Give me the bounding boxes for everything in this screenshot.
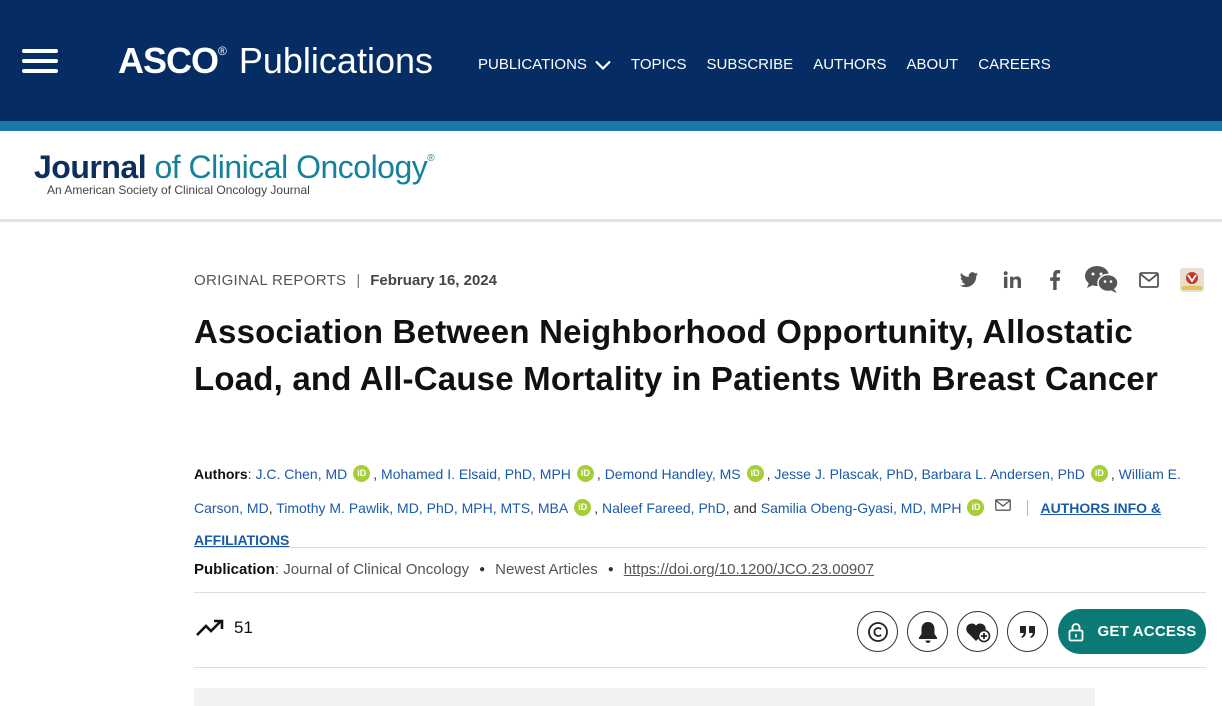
author-link[interactable]: Naleef Fareed, PhD bbox=[602, 500, 726, 516]
article-date: February 16, 2024 bbox=[370, 272, 497, 289]
share-bar bbox=[955, 266, 1221, 294]
trending-up-icon bbox=[196, 619, 224, 636]
author-link[interactable]: Mohamed I. Elsaid, PhD, MPH bbox=[381, 466, 571, 482]
alerts-button[interactable] bbox=[907, 611, 948, 652]
brand-asco: ASCO bbox=[118, 40, 219, 81]
article-category[interactable]: ORIGINAL REPORTS bbox=[194, 272, 346, 289]
colon: : bbox=[274, 561, 284, 578]
author-link[interactable]: Samilia Obeng-Gyasi, MD, MPH bbox=[761, 500, 962, 516]
author-link[interactable]: Jesse J. Plascak, PhD bbox=[774, 466, 913, 482]
mendeley-icon[interactable] bbox=[1178, 266, 1206, 294]
nav-careers[interactable]: CAREERS bbox=[978, 56, 1051, 73]
favorite-button[interactable] bbox=[957, 611, 998, 652]
meta-separator: | bbox=[356, 272, 361, 289]
facebook-icon[interactable] bbox=[1041, 266, 1069, 294]
accent-stripe bbox=[0, 121, 1222, 131]
brand-reg: ® bbox=[218, 44, 227, 58]
brand-publications: Publications bbox=[238, 40, 433, 81]
journal-subtitle: An American Society of Clinical Oncology… bbox=[47, 183, 310, 197]
orcid-icon[interactable]: iD bbox=[746, 465, 764, 482]
heart-plus-icon bbox=[965, 622, 990, 642]
journal-header: Journal of Clinical Oncology® An America… bbox=[0, 131, 1222, 222]
content-placeholder-box bbox=[194, 688, 1095, 706]
bell-icon bbox=[918, 621, 937, 643]
wechat-icon[interactable] bbox=[1084, 266, 1120, 294]
nav-publications-label: PUBLICATIONS bbox=[478, 56, 587, 73]
nav-topics[interactable]: TOPICS bbox=[631, 56, 687, 73]
main-nav: PUBLICATIONS TOPICS SUBSCRIBE AUTHORS AB… bbox=[478, 56, 1051, 73]
and-text: and bbox=[733, 500, 757, 516]
author-link[interactable]: Demond Handley, MS bbox=[605, 466, 741, 482]
divider bbox=[194, 667, 1206, 668]
authors-block: Authors: J.C. Chen, MD iD, Mohamed I. Els… bbox=[194, 465, 1181, 548]
bullet: ● bbox=[479, 564, 486, 575]
doi-link[interactable]: https://doi.org/10.1200/JCO.23.00907 bbox=[624, 561, 874, 578]
permissions-button[interactable] bbox=[857, 611, 898, 652]
article-title: Association Between Neighborhood Opportu… bbox=[194, 313, 1158, 397]
metric-count: 51 bbox=[234, 618, 253, 637]
orcid-icon[interactable]: iD bbox=[353, 465, 371, 482]
author-link[interactable]: Barbara L. Andersen, PhD bbox=[921, 466, 1084, 482]
hamburger-icon[interactable] bbox=[22, 49, 58, 75]
divider bbox=[194, 592, 1206, 593]
twitter-icon[interactable] bbox=[955, 266, 983, 294]
divider bbox=[194, 547, 1206, 548]
quote-icon bbox=[1019, 625, 1035, 638]
nav-publications[interactable]: PUBLICATIONS bbox=[478, 56, 611, 73]
chevron-down-icon bbox=[595, 60, 611, 70]
orcid-icon[interactable]: iD bbox=[967, 499, 985, 516]
journal-logo[interactable]: Journal of Clinical Oncology® bbox=[34, 149, 435, 186]
journal-reg: ® bbox=[427, 153, 435, 164]
email-icon[interactable] bbox=[1135, 266, 1163, 294]
author-link[interactable]: J.C. Chen, MD bbox=[255, 466, 347, 482]
nav-about[interactable]: ABOUT bbox=[907, 56, 959, 73]
publication-journal[interactable]: Journal of Clinical Oncology bbox=[283, 561, 469, 578]
article-meta: ORIGINAL REPORTS | February 16, 2024 bbox=[194, 272, 497, 289]
copyright-icon bbox=[867, 621, 888, 642]
asco-publications-logo[interactable]: ASCO® Publications bbox=[118, 40, 433, 82]
publication-info: Publication: Journal of Clinical Oncolog… bbox=[194, 561, 874, 578]
cite-button[interactable] bbox=[1007, 611, 1048, 652]
article-metrics[interactable]: 51 bbox=[196, 618, 253, 638]
publication-section[interactable]: Newest Articles bbox=[495, 561, 598, 578]
journal-title-part2: of Clinical Oncology bbox=[146, 149, 428, 185]
article-actions: GET ACCESS bbox=[857, 609, 1206, 654]
lock-icon bbox=[1068, 622, 1083, 641]
journal-title-part1: Journal bbox=[34, 149, 147, 185]
nav-authors[interactable]: AUTHORS bbox=[813, 56, 886, 73]
linkedin-icon[interactable] bbox=[998, 266, 1026, 294]
bullet: ● bbox=[607, 564, 614, 575]
get-access-button[interactable]: GET ACCESS bbox=[1058, 609, 1206, 654]
nav-subscribe[interactable]: SUBSCRIBE bbox=[707, 56, 794, 73]
orcid-icon[interactable]: iD bbox=[576, 465, 594, 482]
publication-label: Publication bbox=[194, 561, 275, 578]
orcid-icon[interactable]: iD bbox=[574, 499, 592, 516]
separator bbox=[1027, 500, 1029, 516]
author-link[interactable]: Timothy M. Pawlik, MD, PhD, MPH, MTS, MB… bbox=[276, 500, 568, 516]
top-navigation-bar: ASCO® Publications PUBLICATIONS TOPICS S… bbox=[0, 0, 1222, 121]
orcid-icon[interactable]: iD bbox=[1090, 465, 1108, 482]
get-access-label: GET ACCESS bbox=[1097, 623, 1197, 640]
email-author-icon[interactable] bbox=[995, 490, 1012, 522]
authors-label: Authors bbox=[194, 466, 248, 482]
